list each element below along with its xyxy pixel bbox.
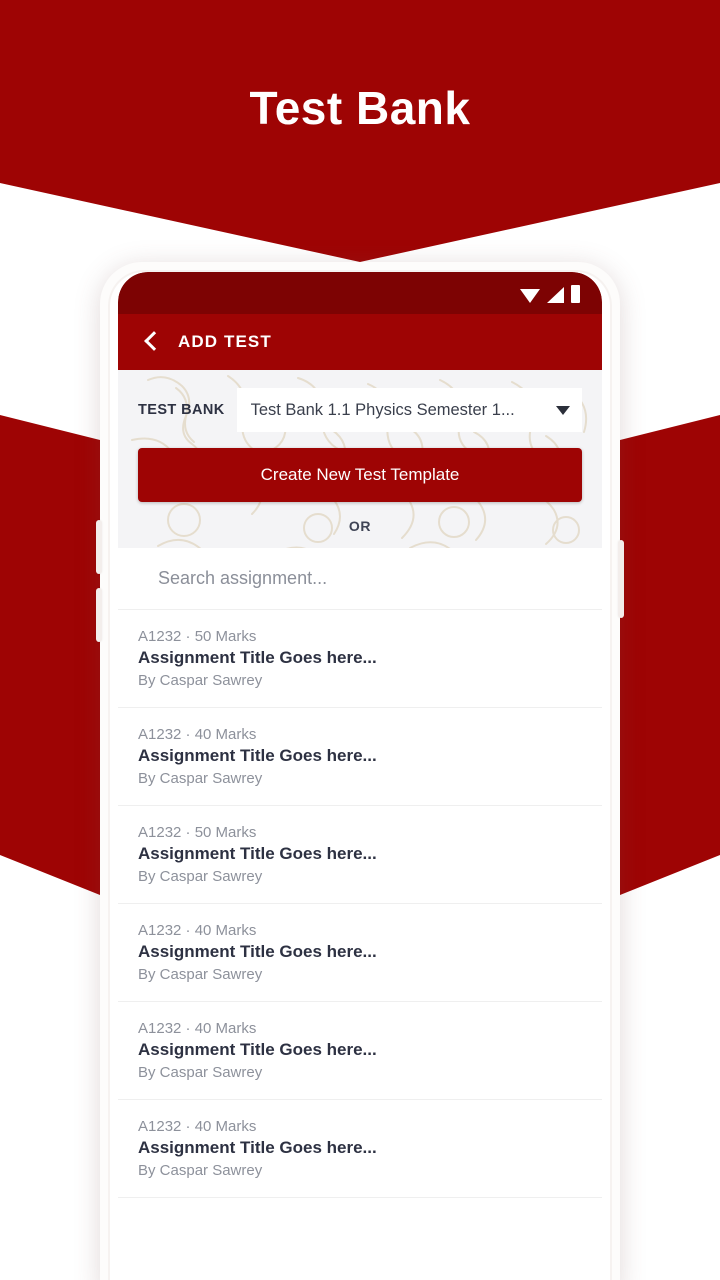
search-placeholder: Search assignment... <box>158 568 328 588</box>
status-bar <box>118 272 602 314</box>
list-item[interactable]: A1232 · 40 Marks Assignment Title Goes he… <box>118 708 602 806</box>
assignment-author: By Caspar Sawrey <box>138 966 263 983</box>
app-bar-title: ADD TEST <box>178 332 272 351</box>
signal-icon <box>547 287 564 303</box>
test-bank-select[interactable]: Test Bank 1.1 Physics Semester 1... <box>236 388 582 432</box>
decorative-shape-right <box>620 415 720 895</box>
assignment-meta: A1232 · 50 Marks <box>138 628 257 645</box>
list-item[interactable]: A1232 · 40 Marks Assignment Title Goes he… <box>118 1002 602 1100</box>
screenshot-root: Test Bank ADD TEST TEST BANK Test Bank 1… <box>0 0 720 1280</box>
assignment-title: Assignment Title Goes here... <box>138 1138 377 1157</box>
test-bank-label: TEST BANK <box>138 402 225 418</box>
list-item[interactable]: A1232 · 40 Marks Assignment Title Goes he… <box>118 1100 602 1198</box>
app-bar: ADD TEST <box>118 314 602 370</box>
volume-up-button[interactable] <box>96 520 102 574</box>
chevron-left-icon[interactable] <box>138 329 164 355</box>
battery-icon <box>571 285 580 303</box>
search-input[interactable]: Search assignment... <box>118 548 602 610</box>
decorative-shape-left <box>0 415 100 895</box>
assignment-author: By Caspar Sawrey <box>138 868 263 885</box>
assignment-title: Assignment Title Goes here... <box>138 1040 377 1059</box>
chevron-down-icon <box>556 405 570 415</box>
volume-down-button[interactable] <box>96 588 102 642</box>
test-bank-selector-row: TEST BANK Test Bank 1.1 Physics Semester… <box>138 388 582 432</box>
power-button[interactable] <box>618 540 624 618</box>
assignment-author: By Caspar Sawrey <box>138 770 263 787</box>
assignment-title: Assignment Title Goes here... <box>138 746 377 765</box>
assignment-author: By Caspar Sawrey <box>138 1162 263 1179</box>
phone-screen: ADD TEST TEST BANK Test Bank 1.1 Physics… <box>118 272 602 1280</box>
or-divider-label: OR <box>348 518 372 534</box>
assignment-title: Assignment Title Goes here... <box>138 648 377 667</box>
assignment-meta: A1232 · 40 Marks <box>138 1020 257 1037</box>
assignment-meta: A1232 · 50 Marks <box>138 824 257 841</box>
list-item[interactable]: A1232 · 50 Marks Assignment Title Goes he… <box>118 610 602 708</box>
create-new-test-template-button[interactable]: Create New Test Template <box>138 448 582 502</box>
assignment-list: A1232 · 50 Marks Assignment Title Goes he… <box>118 610 602 1198</box>
assignment-title: Assignment Title Goes here... <box>138 844 377 863</box>
assignment-meta: A1232 · 40 Marks <box>138 726 257 743</box>
test-bank-select-value: Test Bank 1.1 Physics Semester 1... <box>250 400 515 419</box>
list-item[interactable]: A1232 · 40 Marks Assignment Title Goes he… <box>118 904 602 1002</box>
status-bar-icons <box>520 283 580 303</box>
assignment-meta: A1232 · 40 Marks <box>138 1118 257 1135</box>
assignment-author: By Caspar Sawrey <box>138 1064 263 1081</box>
assignment-title: Assignment Title Goes here... <box>138 942 377 961</box>
test-bank-panel: TEST BANK Test Bank 1.1 Physics Semester… <box>118 370 602 548</box>
assignment-author: By Caspar Sawrey <box>138 672 263 689</box>
page-title: Test Bank <box>249 82 471 134</box>
wifi-icon <box>520 289 540 303</box>
assignment-meta: A1232 · 40 Marks <box>138 922 257 939</box>
list-item[interactable]: A1232 · 50 Marks Assignment Title Goes he… <box>118 806 602 904</box>
